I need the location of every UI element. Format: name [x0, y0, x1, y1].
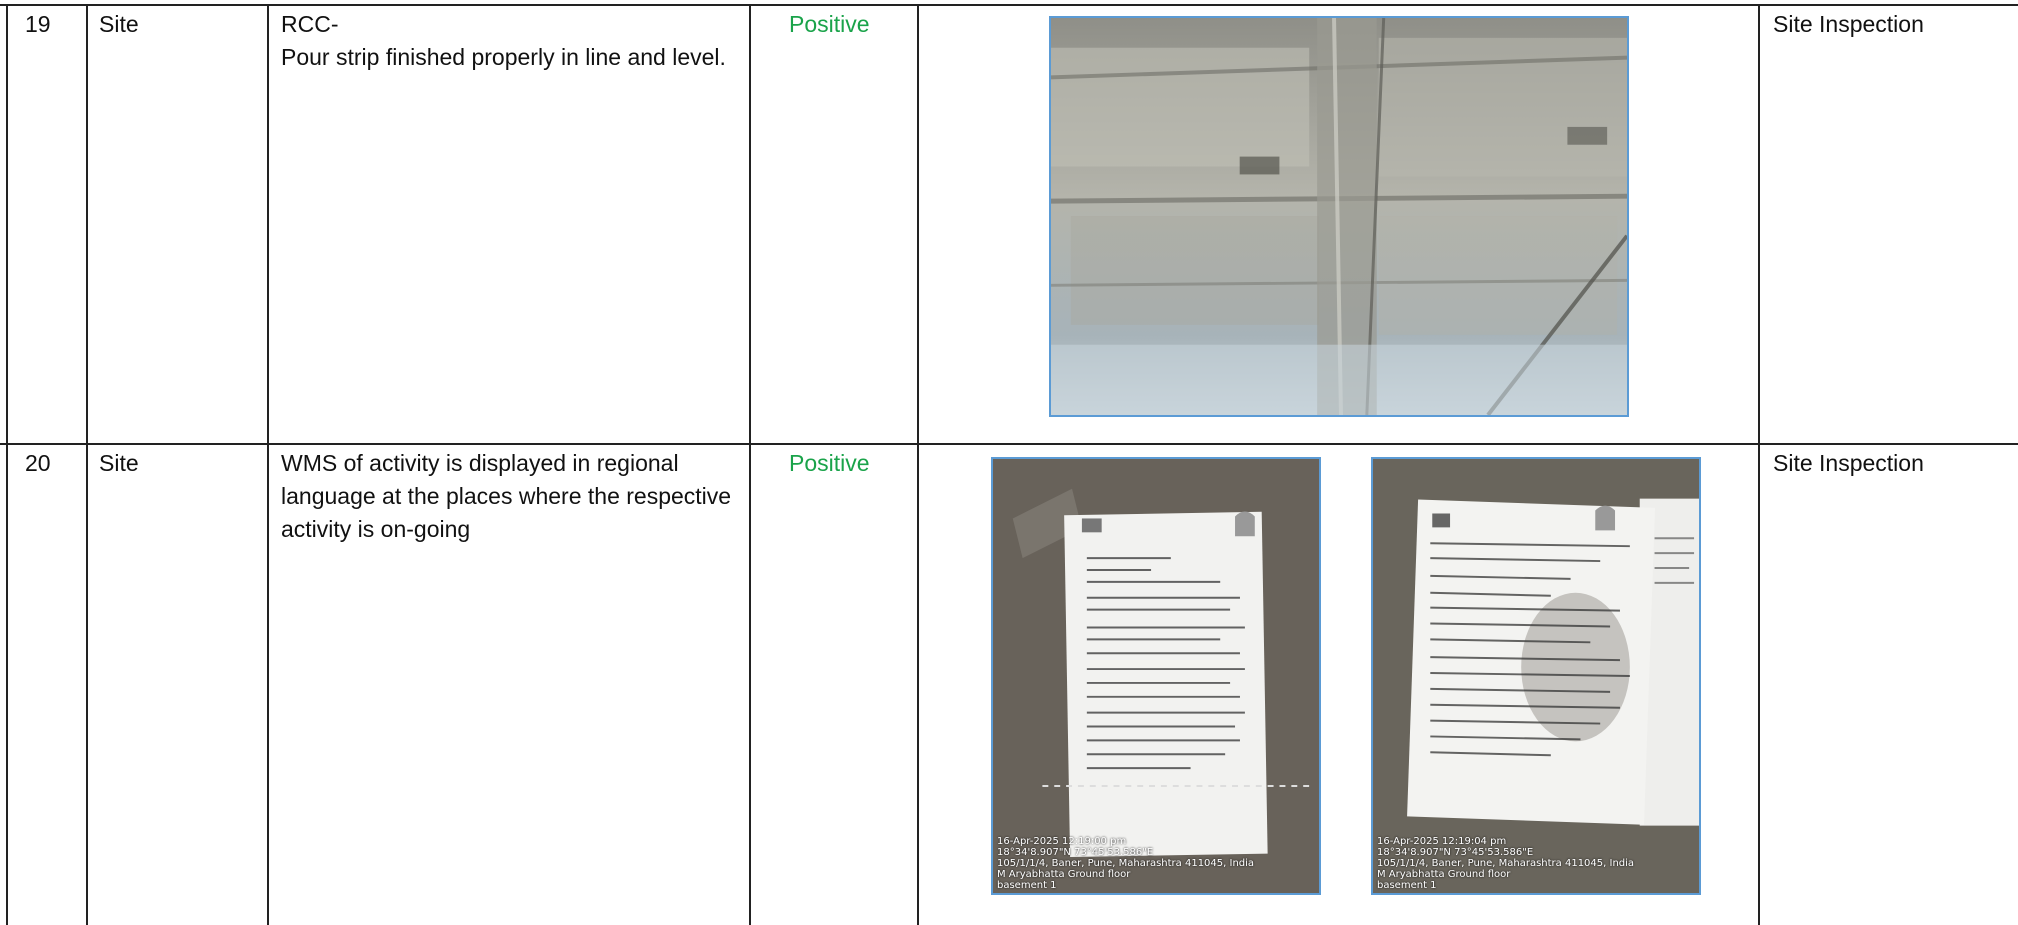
row-divider: [0, 443, 2018, 445]
col-line-1: [86, 4, 88, 925]
col-line-2: [267, 4, 269, 925]
table-row-19-location: Site: [99, 11, 139, 37]
table-row-19-status: Positive: [789, 11, 870, 37]
col-line-4: [917, 4, 919, 925]
concrete-slab-image: [1051, 18, 1627, 415]
table-row-19-observation-title: RCC-: [281, 11, 339, 37]
col-line-3: [749, 4, 751, 925]
table-row-19-observation-body: Pour strip finished properly in line and…: [281, 44, 726, 70]
photo-1-geotag: 16-Apr-2025 12:19:00 pm 18°34'8.907"N 73…: [997, 836, 1255, 891]
photo-pour-strip: [1049, 16, 1629, 417]
table-row-20-observation-body: WMS of activity is displayed in regional…: [281, 450, 732, 542]
table-row-20-sr: 20: [25, 450, 51, 476]
table-row-19-source: Site Inspection: [1773, 11, 1924, 37]
col-line-5: [1758, 4, 1760, 925]
table-row-20-location: Site: [99, 450, 139, 476]
col-line-0: [6, 4, 8, 925]
notice-wall-image: [993, 459, 1319, 893]
table-row-20-source: Site Inspection: [1773, 450, 1924, 476]
photo-2-geotag: 16-Apr-2025 12:19:04 pm 18°34'8.907"N 73…: [1377, 836, 1635, 891]
photo-wms-notice-2: 16-Apr-2025 12:19:04 pm 18°34'8.907"N 73…: [1371, 457, 1701, 895]
observation-table: 19 Site RCC- Pour strip finished properl…: [0, 0, 2018, 925]
table-row-20-status: Positive: [789, 450, 870, 476]
notice-wall-image: [1373, 459, 1699, 893]
photo-wms-notice-1: 16-Apr-2025 12:19:00 pm 18°34'8.907"N 73…: [991, 457, 1321, 895]
table-top-border: [0, 4, 2018, 6]
table-row-19-sr: 19: [25, 11, 51, 37]
